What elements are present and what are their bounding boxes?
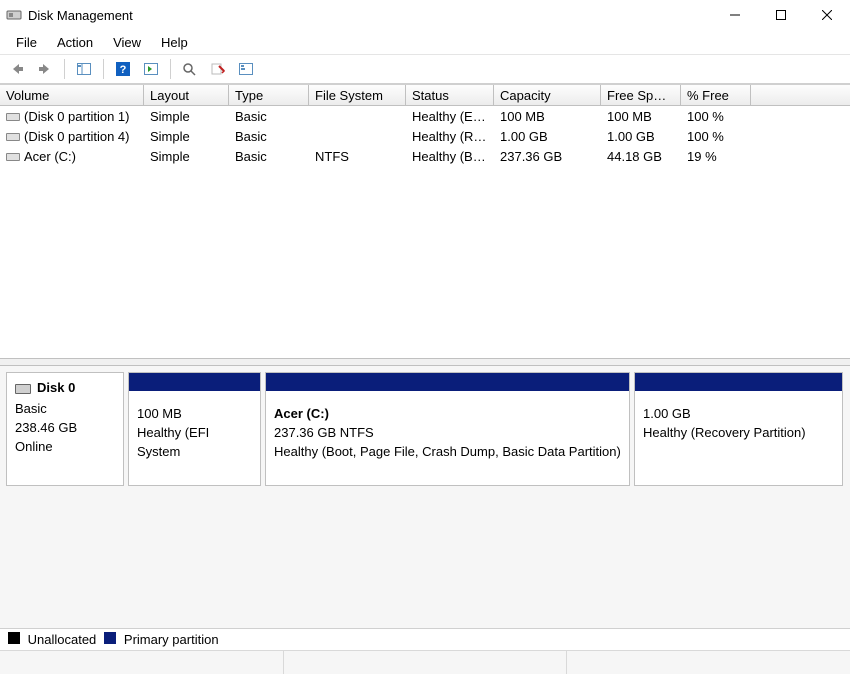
volume-type: Basic [229,129,309,144]
status-segment [567,651,850,674]
minimize-button[interactable] [712,0,758,30]
partition-size: 237.36 GB NTFS [274,424,621,443]
volume-capacity: 100 MB [494,109,601,124]
volume-fs: NTFS [309,149,406,164]
volume-status: Healthy (R… [406,129,494,144]
back-button[interactable] [4,57,30,81]
status-segment [284,651,568,674]
col-volume[interactable]: Volume [0,85,144,105]
menu-help[interactable]: Help [151,33,198,52]
close-button[interactable] [804,0,850,30]
disk-name: Disk 0 [37,379,75,398]
help-button[interactable]: ? [110,57,136,81]
disk-state: Online [15,438,115,457]
col-free-space[interactable]: Free Sp… [601,85,681,105]
rescan-disks-button[interactable] [177,57,203,81]
refresh-button[interactable] [138,57,164,81]
volume-pct: 100 % [681,129,751,144]
partition-name: Acer (C:) [274,405,621,424]
legend-bar: Unallocated Primary partition [0,628,850,650]
menu-view[interactable]: View [103,33,151,52]
col-capacity[interactable]: Capacity [494,85,601,105]
col-filesystem[interactable]: File System [309,85,406,105]
maximize-button[interactable] [758,0,804,30]
title-bar: Disk Management [0,0,850,30]
toolbar: ? [0,54,850,84]
volume-pct: 100 % [681,109,751,124]
status-bar [0,650,850,674]
menu-bar: File Action View Help [0,30,850,54]
menu-action[interactable]: Action [47,33,103,52]
app-icon [6,7,22,23]
col-layout[interactable]: Layout [144,85,229,105]
partition-block[interactable]: 1.00 GBHealthy (Recovery Partition) [634,372,843,486]
toolbar-separator [103,59,104,79]
volume-capacity: 1.00 GB [494,129,601,144]
col-pct-free[interactable]: % Free [681,85,751,105]
forward-button[interactable] [32,57,58,81]
settings-button[interactable] [233,57,259,81]
menu-file[interactable]: File [6,33,47,52]
show-hide-tree-button[interactable] [71,57,97,81]
disk-row[interactable]: Disk 0 Basic 238.46 GB Online 100 MBHeal… [6,372,844,486]
disk-capacity: 238.46 GB [15,419,115,438]
swatch-primary-icon [104,632,116,644]
col-spacer [751,85,850,105]
volume-type: Basic [229,149,309,164]
volume-name: (Disk 0 partition 1) [24,109,129,124]
legend-unallocated: Unallocated [8,632,96,647]
swatch-unallocated-icon [8,632,20,644]
volume-status: Healthy (B… [406,149,494,164]
volume-row[interactable]: Acer (C:) SimpleBasicNTFSHealthy (B…237.3… [0,146,850,166]
volume-list[interactable]: (Disk 0 partition 1)SimpleBasicHealthy (… [0,106,850,358]
volume-type: Basic [229,109,309,124]
volume-name: Acer (C:) [24,149,76,164]
disk-icon [15,382,31,394]
volume-capacity: 237.36 GB [494,149,601,164]
volume-layout: Simple [144,129,229,144]
col-status[interactable]: Status [406,85,494,105]
toolbar-separator [170,59,171,79]
volume-icon [6,151,20,161]
partition-status: Healthy (Boot, Page File, Crash Dump, Ba… [274,443,621,462]
volume-pct: 19 % [681,149,751,164]
properties-button[interactable] [205,57,231,81]
volume-name: (Disk 0 partition 4) [24,129,129,144]
partition-block[interactable]: Acer (C:)237.36 GB NTFSHealthy (Boot, Pa… [265,372,630,486]
volume-icon [6,111,20,121]
col-type[interactable]: Type [229,85,309,105]
disk-type: Basic [15,400,115,419]
partition-size: 100 MB [137,405,252,424]
volume-icon [6,131,20,141]
partition-color-bar [129,373,260,391]
disk-info-panel[interactable]: Disk 0 Basic 238.46 GB Online [6,372,124,486]
toolbar-separator [64,59,65,79]
status-segment [0,651,284,674]
partition-block[interactable]: 100 MBHealthy (EFI System [128,372,261,486]
legend-primary-label: Primary partition [124,632,219,647]
svg-text:?: ? [120,64,127,76]
window-title: Disk Management [28,8,133,23]
legend-primary: Primary partition [104,632,218,647]
legend-unallocated-label: Unallocated [28,632,97,647]
partition-status: Healthy (Recovery Partition) [643,424,834,443]
partition-color-bar [266,373,629,391]
volume-status: Healthy (E… [406,109,494,124]
volume-row[interactable]: (Disk 0 partition 4) SimpleBasic Healthy (… [0,126,850,146]
volume-row[interactable]: (Disk 0 partition 1) SimpleBasic Healthy (… [0,106,850,126]
volume-free: 1.00 GB [601,129,681,144]
partition-color-bar [635,373,842,391]
volume-layout: Simple [144,109,229,124]
partition-size: 1.00 GB [643,405,834,424]
partition-status: Healthy (EFI System [137,424,252,462]
volume-free: 44.18 GB [601,149,681,164]
volume-list-header: Volume Layout Type File System Status Ca… [0,84,850,106]
pane-splitter[interactable] [0,358,850,366]
volume-free: 100 MB [601,109,681,124]
volume-layout: Simple [144,149,229,164]
